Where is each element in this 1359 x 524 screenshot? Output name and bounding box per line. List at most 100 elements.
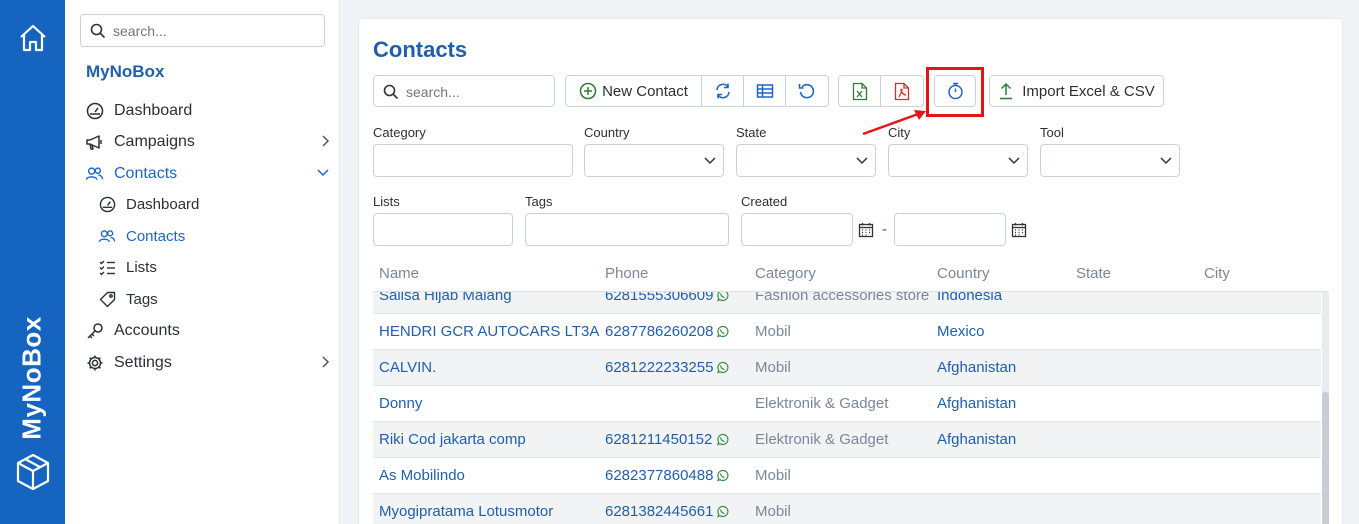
sidebar-item-label: Accounts (114, 322, 180, 339)
contact-country[interactable]: Afghanistan (937, 395, 1016, 412)
sidebar-item-campaigns[interactable]: Campaigns (85, 130, 330, 154)
tags-input[interactable] (525, 213, 729, 246)
table-row[interactable]: Salisa Hijab Malang 6281555306609 Fashio… (373, 292, 1321, 314)
home-icon[interactable] (17, 22, 49, 54)
import-label: Import Excel & CSV (1022, 82, 1155, 100)
export-excel-button[interactable] (839, 76, 881, 106)
checklist-icon (99, 260, 115, 275)
sidebar-item-settings[interactable]: Settings (85, 351, 330, 375)
contact-country[interactable]: Afghanistan (937, 431, 1016, 448)
new-contact-label: New Contact (602, 82, 688, 100)
table-row[interactable]: Myogipratama Lotusmotor 6281382445661 Mo… (373, 494, 1321, 524)
date-range-separator: - (882, 221, 887, 238)
contact-name[interactable]: Salisa Hijab Malang (379, 292, 512, 304)
country-label: Country (584, 125, 630, 140)
city-select[interactable] (888, 144, 1028, 177)
contact-name[interactable]: As Mobilindo (379, 467, 465, 484)
contact-name[interactable]: CALVIN. (379, 359, 436, 376)
sidebar: MyNoBox Dashboard Campaigns Contacts Das… (65, 0, 340, 524)
contacts-search-input[interactable] (406, 82, 546, 102)
contact-name[interactable]: Riki Cod jakarta comp (379, 431, 526, 448)
refresh-button[interactable] (702, 76, 744, 106)
whatsapp-icon[interactable] (716, 505, 729, 518)
table-row[interactable]: Riki Cod jakarta comp 6281211450152 Elek… (373, 422, 1321, 458)
contact-name[interactable]: Myogipratama Lotusmotor (379, 503, 553, 520)
sync-icon (715, 83, 730, 99)
column-header-phone[interactable]: Phone (605, 265, 648, 282)
contacts-search[interactable] (373, 75, 555, 107)
contact-category: Mobil (755, 323, 791, 340)
sidebar-subitem-lists[interactable]: Lists (98, 256, 157, 278)
users-icon (98, 229, 116, 242)
scrollbar-thumb[interactable] (1322, 392, 1329, 524)
table-row[interactable]: Donny Elektronik & Gadget Afghanistan (373, 386, 1321, 422)
new-contact-button[interactable]: New Contact (566, 76, 702, 106)
table-icon (756, 84, 773, 98)
state-select[interactable] (736, 144, 876, 177)
whatsapp-icon[interactable] (716, 433, 729, 446)
category-label: Category (373, 125, 426, 140)
contact-name[interactable]: HENDRI GCR AUTOCARS LT3A (379, 323, 599, 340)
created-to-input[interactable] (894, 213, 1006, 246)
users-icon (85, 167, 104, 180)
contact-phone[interactable]: 6281555306609 (605, 292, 713, 304)
whatsapp-icon[interactable] (716, 292, 729, 302)
export-pdf-button[interactable] (881, 76, 923, 106)
contact-phone[interactable]: 6281211450152 (605, 431, 712, 448)
export-button-group (838, 75, 924, 107)
calendar-icon[interactable] (1011, 222, 1027, 238)
sidebar-subitem-dashboard[interactable]: Dashboard (98, 193, 199, 215)
table-scrollbar[interactable] (1322, 292, 1329, 524)
column-header-country[interactable]: Country (937, 265, 990, 282)
contact-country[interactable]: Indonesia (937, 292, 1002, 304)
contacts-card: Contacts New Contact (358, 18, 1343, 524)
reset-button[interactable] (786, 76, 828, 106)
lists-input[interactable] (373, 213, 513, 246)
sidebar-item-dashboard[interactable]: Dashboard (85, 99, 330, 123)
sidebar-search-input[interactable] (113, 21, 313, 41)
upload-icon (1000, 82, 1013, 100)
import-button[interactable]: Import Excel & CSV (990, 76, 1163, 106)
column-header-state[interactable]: State (1076, 265, 1111, 282)
search-icon (383, 84, 399, 100)
table-row[interactable]: CALVIN. 6281222233255 Mobil Afghanistan (373, 350, 1321, 386)
column-header-city[interactable]: City (1204, 265, 1230, 282)
sidebar-item-label: Contacts (114, 165, 178, 182)
tool-label: Tool (1040, 125, 1064, 140)
table-row[interactable]: As Mobilindo 6282377860488 Mobil (373, 458, 1321, 494)
sidebar-search[interactable] (80, 14, 325, 47)
contact-phone[interactable]: 6282377860488 (605, 467, 713, 484)
column-header-name[interactable]: Name (379, 265, 419, 282)
contact-category: Mobil (755, 467, 791, 484)
contact-country[interactable]: Mexico (937, 323, 985, 340)
sidebar-item-accounts[interactable]: Accounts (85, 319, 330, 343)
gauge-icon (99, 196, 115, 212)
whatsapp-icon[interactable] (716, 469, 729, 482)
contact-name[interactable]: Donny (379, 395, 422, 412)
whatsapp-icon[interactable] (716, 361, 729, 374)
whatsapp-icon[interactable] (716, 325, 729, 338)
sidebar-subitem-tags[interactable]: Tags (98, 288, 158, 310)
key-icon (86, 323, 103, 339)
chevron-down-icon (1160, 157, 1172, 165)
contact-phone[interactable]: 6281382445661 (605, 503, 713, 520)
tool-select[interactable] (1040, 144, 1180, 177)
table-row[interactable]: HENDRI GCR AUTOCARS LT3A 6287786260208 M… (373, 314, 1321, 350)
sidebar-subitem-contacts[interactable]: Contacts (98, 225, 185, 247)
created-from-input[interactable] (741, 213, 853, 246)
calendar-icon[interactable] (858, 222, 874, 238)
contact-phone[interactable]: 6281222233255 (605, 359, 713, 376)
contacts-table-body: Salisa Hijab Malang 6281555306609 Fashio… (373, 292, 1321, 524)
tags-label: Tags (525, 194, 553, 209)
contact-country[interactable]: Afghanistan (937, 359, 1016, 376)
column-header-category[interactable]: Category (755, 265, 816, 282)
sidebar-subitem-label: Tags (126, 290, 158, 308)
sidebar-item-contacts[interactable]: Contacts (85, 162, 330, 186)
country-select[interactable] (584, 144, 724, 177)
category-input[interactable] (373, 144, 573, 177)
sidebar-subitem-label: Lists (126, 258, 157, 276)
state-label: State (736, 125, 767, 140)
contact-phone[interactable]: 6287786260208 (605, 323, 713, 340)
gauge-icon (86, 102, 103, 120)
columns-button[interactable] (744, 76, 786, 106)
